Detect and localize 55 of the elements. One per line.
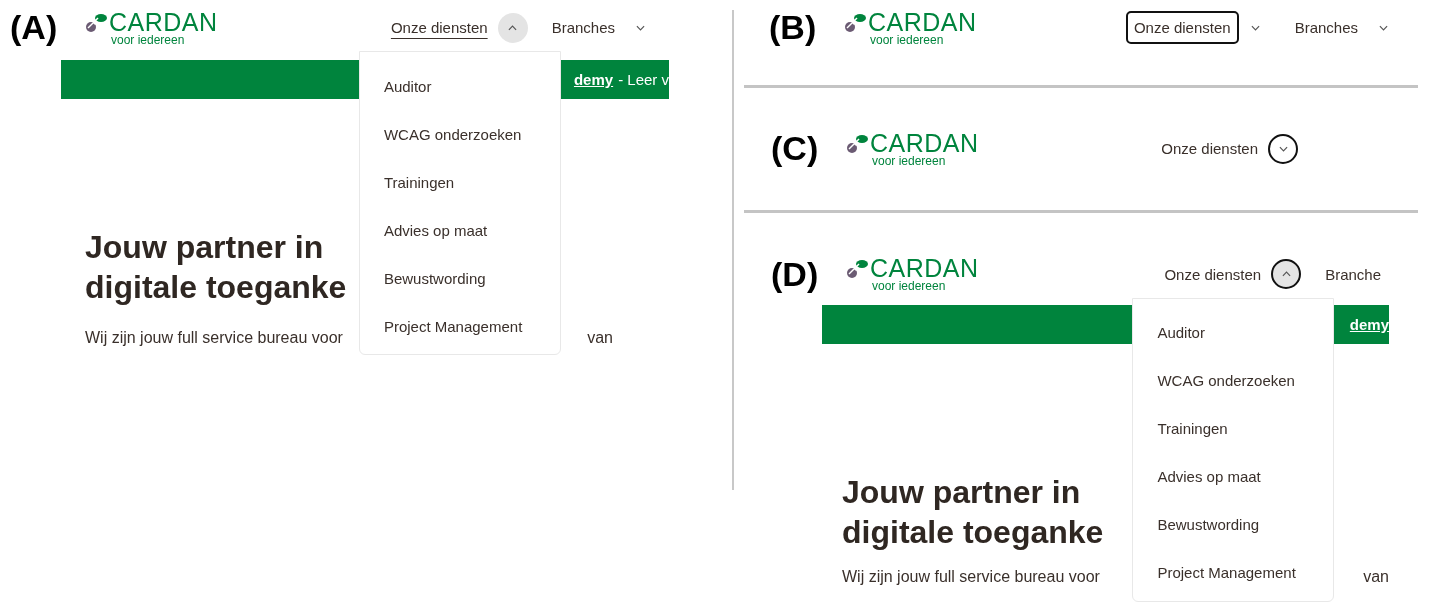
logo-wordmark: CARDAN xyxy=(868,9,977,34)
nav-link[interactable]: Onze diensten xyxy=(1153,132,1266,165)
menu-item[interactable]: Trainingen xyxy=(1133,404,1334,453)
logo-tagline: voor iedereen xyxy=(872,154,946,167)
logo-icon xyxy=(85,12,107,33)
banner-link[interactable]: demy xyxy=(1349,316,1389,333)
chevron-icon xyxy=(1251,24,1261,31)
intro-text: van xyxy=(587,329,613,347)
logo-tagline: voor iedereen xyxy=(872,280,946,292)
panel-label: (D) xyxy=(771,254,820,294)
expand-toggle[interactable] xyxy=(1268,133,1298,164)
chevron-icon xyxy=(1281,271,1291,277)
menu-item[interactable]: Auditor xyxy=(1133,308,1334,357)
hero-title: digitale toeganke xyxy=(842,513,1104,552)
intro-text: van xyxy=(1363,568,1389,586)
chevron-icon xyxy=(508,24,518,31)
nav-link[interactable]: Onze diensten xyxy=(1156,257,1270,291)
banner-link[interactable]: demy xyxy=(573,71,614,88)
menu-item[interactable]: WCAG onderzoeken xyxy=(1133,356,1334,405)
menu-item[interactable]: Auditor xyxy=(359,62,560,110)
nav-link[interactable]: Onze diensten xyxy=(382,11,496,44)
panel-label: (A) xyxy=(10,8,59,47)
intro-text: Wij zijn jouw full service bureau voor xyxy=(842,568,1100,586)
menu-item[interactable]: Trainingen xyxy=(359,158,560,206)
menu-item[interactable]: Advies op maat xyxy=(1133,452,1334,501)
nav-link[interactable]: Branches xyxy=(543,11,623,44)
logo-icon xyxy=(844,12,866,33)
banner-text: - Leer v xyxy=(618,71,669,88)
logo-wordmark: CARDAN xyxy=(109,9,218,34)
nav-link[interactable]: Branche xyxy=(1317,257,1389,291)
hero-title: digitale toeganke xyxy=(85,268,347,307)
menu-item[interactable]: Project Management xyxy=(359,302,560,350)
chevron-icon xyxy=(635,24,645,31)
menu-item[interactable]: Bewustwording xyxy=(359,254,560,302)
menu-item[interactable]: Bewustwording xyxy=(1133,500,1334,549)
intro-text: Wij zijn jouw full service bureau voor xyxy=(85,329,343,347)
logo-wordmark: CARDAN xyxy=(870,130,979,155)
panel-label: (B) xyxy=(769,8,818,47)
menu-item[interactable]: Project Management xyxy=(1133,548,1334,597)
logo-icon xyxy=(846,259,868,279)
expand-toggle[interactable] xyxy=(1271,259,1302,289)
hero-title: Jouw partner in xyxy=(842,473,1081,512)
panel-label: (C) xyxy=(771,129,820,168)
nav-link[interactable]: Onze diensten xyxy=(1125,11,1239,44)
logo-tagline: voor iedereen xyxy=(870,33,944,46)
menu-item[interactable]: WCAG onderzoeken xyxy=(359,110,560,158)
logo-icon xyxy=(846,133,868,154)
logo-wordmark: CARDAN xyxy=(870,256,979,280)
hero-title: Jouw partner in xyxy=(85,228,324,267)
expand-toggle[interactable] xyxy=(497,12,528,43)
chevron-icon xyxy=(1378,24,1388,31)
logo-tagline: voor iedereen xyxy=(111,33,185,46)
chevron-icon xyxy=(1278,145,1288,152)
nav-link[interactable]: Branches xyxy=(1286,11,1366,44)
menu-item[interactable]: Advies op maat xyxy=(359,206,560,254)
